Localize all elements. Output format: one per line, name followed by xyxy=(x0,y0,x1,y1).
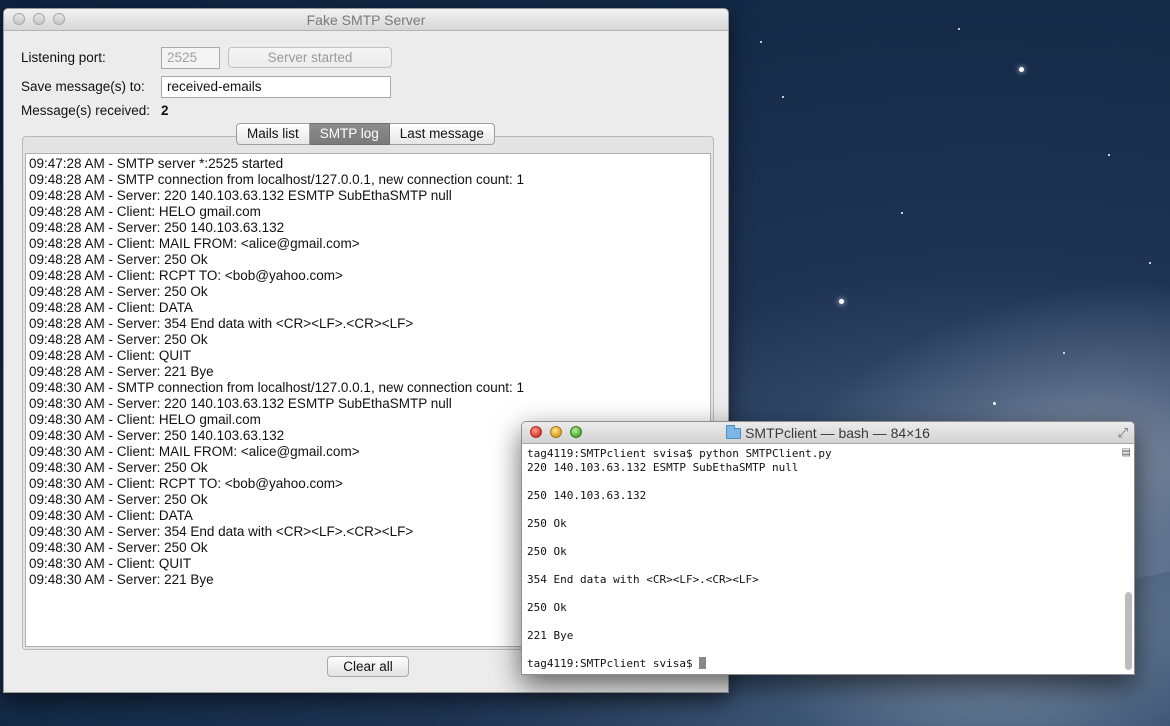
terminal-line: 250 140.103.63.132 xyxy=(527,489,1120,503)
terminal-line-text: tag4119:SMTPclient svisa$ python SMTPCli… xyxy=(527,447,832,460)
tab-bar: Mails list SMTP log Last message xyxy=(236,123,495,145)
terminal-titlebar[interactable]: SMTPclient — bash — 84×16 ⤢ xyxy=(522,422,1134,444)
terminal-window: SMTPclient — bash — 84×16 ⤢ tag4119:SMTP… xyxy=(521,421,1135,675)
terminal-line-text: 250 140.103.63.132 xyxy=(527,489,647,502)
terminal-line-text: 250 Ok xyxy=(527,601,567,614)
desktop-star xyxy=(1019,67,1024,72)
messages-received-label: Message(s) received: xyxy=(21,103,151,118)
log-line: 09:48:30 AM - Server: 220 140.103.63.132… xyxy=(29,396,452,411)
tab-smtp-log[interactable]: SMTP log xyxy=(309,123,390,145)
log-line: 09:48:30 AM - SMTP connection from local… xyxy=(29,380,525,395)
terminal-line-text: 250 Ok xyxy=(527,545,567,558)
log-line: 09:47:28 AM - SMTP server *:2525 started xyxy=(29,156,284,171)
server-window-titlebar[interactable]: Fake SMTP Server xyxy=(4,9,728,31)
clear-all-button[interactable]: Clear all xyxy=(327,656,409,677)
desktop-star xyxy=(1108,154,1110,156)
log-line: 09:48:28 AM - Server: 250 Ok xyxy=(29,332,208,347)
terminal-title: SMTPclient — bash — 84×16 xyxy=(522,425,1134,441)
terminal-line: 221 Bye xyxy=(527,629,1120,643)
desktop-star xyxy=(901,212,903,214)
terminal-line: 354 End data with <CR><LF>.<CR><LF> xyxy=(527,573,1120,587)
listening-port-field: 2525 xyxy=(161,47,220,69)
log-line: 09:48:28 AM - Server: 250 Ok xyxy=(29,284,208,299)
log-line: 09:48:28 AM - Server: 250 Ok xyxy=(29,252,208,267)
listening-port-label: Listening port: xyxy=(21,50,106,65)
tab-last-message[interactable]: Last message xyxy=(389,123,495,145)
terminal-line-text: tag4119:SMTPclient svisa$ xyxy=(527,657,700,670)
log-line: 09:48:28 AM - SMTP connection from local… xyxy=(29,172,525,187)
terminal-line: tag4119:SMTPclient svisa$ xyxy=(527,657,1120,671)
terminal-line: 250 Ok xyxy=(527,517,1120,531)
save-folder-field[interactable]: received-emails xyxy=(161,76,391,98)
terminal-scrollbar-thumb[interactable] xyxy=(1125,592,1132,670)
tab-mails-list[interactable]: Mails list xyxy=(236,123,310,145)
server-started-button: Server started xyxy=(228,47,392,68)
messages-received-count: 2 xyxy=(161,103,169,118)
terminal-cursor xyxy=(699,657,707,669)
log-line: 09:48:28 AM - Client: QUIT xyxy=(29,348,192,363)
terminal-line: 220 140.103.63.132 ESMTP SubEthaSMTP nul… xyxy=(527,461,1120,475)
terminal-title-text: SMTPclient — bash — 84×16 xyxy=(745,425,930,441)
folder-icon xyxy=(726,425,742,439)
server-window-title: Fake SMTP Server xyxy=(306,12,426,28)
desktop-star xyxy=(1149,262,1151,264)
desktop-star xyxy=(958,28,960,30)
save-messages-label: Save message(s) to: xyxy=(21,79,145,94)
terminal-line-text: 220 140.103.63.132 ESMTP SubEthaSMTP nul… xyxy=(527,461,799,474)
terminal-line: 250 Ok xyxy=(527,545,1120,559)
fullscreen-icon[interactable]: ⤢ xyxy=(1118,425,1128,441)
desktop-star xyxy=(839,299,844,304)
log-line: 09:48:28 AM - Server: 221 Bye xyxy=(29,364,214,379)
terminal-line-text: 250 Ok xyxy=(527,517,567,530)
log-line: 09:48:28 AM - Server: 220 140.103.63.132… xyxy=(29,188,452,203)
scroll-split-icon[interactable]: ▤ xyxy=(1122,447,1131,458)
log-line: 09:48:28 AM - Server: 354 End data with … xyxy=(29,316,414,331)
terminal-line: 250 Ok xyxy=(527,601,1120,615)
desktop-star xyxy=(1063,352,1065,354)
desktop-star xyxy=(760,41,762,43)
terminal-line: tag4119:SMTPclient svisa$ python SMTPCli… xyxy=(527,447,1120,461)
log-line: 09:48:28 AM - Client: HELO gmail.com xyxy=(29,204,261,219)
log-line: 09:48:28 AM - Client: MAIL FROM: <alice@… xyxy=(29,236,360,251)
desktop-star xyxy=(993,402,996,405)
log-line: 09:48:28 AM - Client: DATA xyxy=(29,300,193,315)
log-line: 09:48:28 AM - Server: 250 140.103.63.132 xyxy=(29,220,285,235)
desktop-star xyxy=(782,96,784,98)
terminal-line-text: 354 End data with <CR><LF>.<CR><LF> xyxy=(527,573,759,586)
terminal-output[interactable]: tag4119:SMTPclient svisa$ python SMTPCli… xyxy=(527,447,1120,672)
terminal-line-text: 221 Bye xyxy=(527,629,574,642)
log-line: 09:48:28 AM - Client: RCPT TO: <bob@yaho… xyxy=(29,268,343,283)
